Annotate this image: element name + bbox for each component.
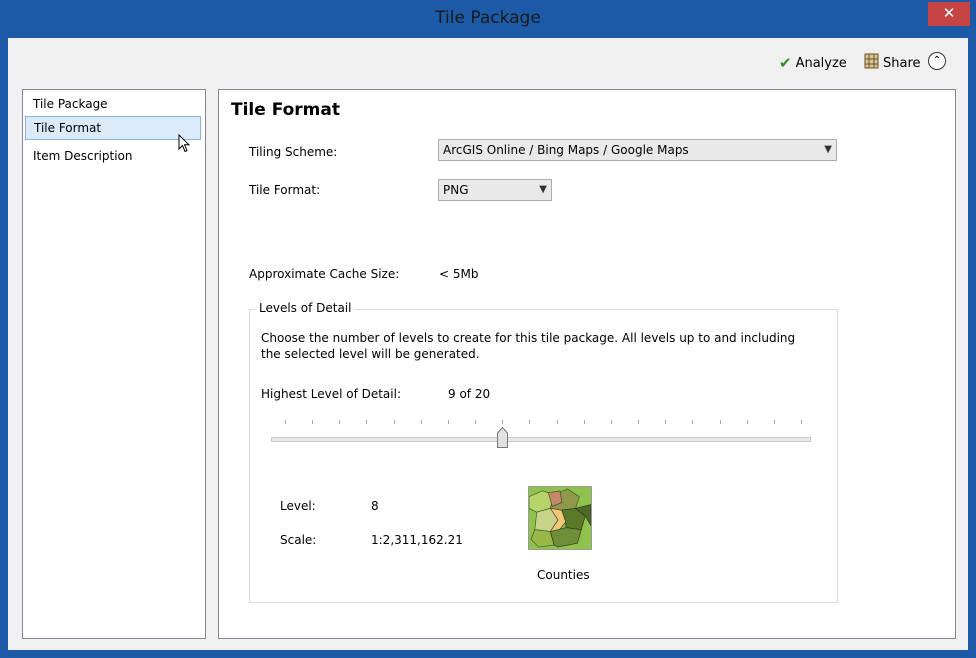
slider-tick: [366, 420, 368, 424]
checkmark-icon: ✔: [779, 54, 792, 72]
cache-size-value: < 5Mb: [439, 267, 479, 281]
tiling-scheme-value: ArcGIS Online / Bing Maps / Google Maps: [443, 143, 689, 157]
slider-track[interactable]: [271, 437, 811, 442]
highest-level-label: Highest Level of Detail:: [261, 387, 401, 401]
map-preview-thumbnail: [528, 486, 592, 550]
share-package-icon: [864, 53, 879, 73]
sidebar-item-tile-package[interactable]: Tile Package: [25, 92, 201, 116]
level-label: Level:: [280, 499, 316, 513]
tiling-scheme-select[interactable]: ArcGIS Online / Bing Maps / Google Maps …: [438, 139, 837, 161]
toolbar: ✔ Analyze Share ⌃: [8, 38, 968, 88]
tile-format-label: Tile Format:: [249, 183, 321, 197]
mouse-cursor-icon: [178, 134, 190, 153]
sidebar-item-label: Item Description: [33, 149, 133, 163]
map-preview-caption: Counties: [537, 568, 590, 582]
sidebar-item-tile-format[interactable]: Tile Format: [25, 116, 201, 140]
slider-tick: [475, 420, 477, 424]
slider-tick: [638, 420, 640, 424]
analyze-label: Analyze: [795, 55, 847, 71]
slider-tick: [285, 420, 286, 424]
scale-label: Scale:: [280, 533, 317, 547]
page-title: Tile Format: [231, 100, 340, 120]
highest-level-value: 9 of 20: [448, 387, 491, 401]
levels-of-detail-legend: Levels of Detail: [256, 301, 355, 315]
slider-tick: [773, 420, 775, 424]
tile-format-select[interactable]: PNG ▼: [438, 179, 552, 201]
collapse-button[interactable]: ⌃: [928, 52, 946, 70]
scale-value: 1:2,311,162.21: [371, 533, 463, 547]
slider-tick: [312, 420, 314, 424]
slider-tick: [801, 420, 802, 424]
chevron-down-icon: ▼: [824, 144, 832, 155]
levels-of-detail-group: Levels of Detail Choose the number of le…: [249, 301, 838, 603]
chevron-down-icon: ▼: [539, 184, 547, 195]
window-client-area: ✔ Analyze Share ⌃ Tile Package Tile Form…: [8, 38, 968, 650]
slider-tick: [692, 420, 694, 424]
tile-format-panel: Tile Format Tiling Scheme: ArcGIS Online…: [218, 89, 956, 639]
share-button[interactable]: Share: [864, 53, 921, 73]
levels-description-line2: the selected level will be generated.: [261, 347, 480, 361]
slider-tick: [556, 420, 558, 424]
slider-tick: [529, 420, 531, 424]
slider-tick: [502, 420, 504, 424]
slider-tick: [339, 420, 341, 424]
tiling-scheme-label: Tiling Scheme:: [249, 145, 338, 159]
slider-tick: [583, 420, 585, 424]
slider-tick: [420, 420, 422, 424]
chevron-up-icon: ⌃: [932, 55, 942, 66]
sidebar-item-label: Tile Package: [33, 97, 108, 111]
slider-tick: [393, 420, 395, 424]
tile-format-value: PNG: [443, 183, 469, 197]
tile-package-window: Tile Package ✕ ✔ Analyze Share ⌃ Tile Pa…: [0, 0, 976, 658]
slider-tick: [610, 420, 612, 424]
slider-tick: [447, 420, 449, 424]
slider-tick: [719, 420, 721, 424]
sidebar-item-label: Tile Format: [34, 121, 102, 135]
slider-tick: [665, 420, 667, 424]
title-bar[interactable]: Tile Package ✕: [0, 0, 976, 38]
sidebar-nav: Tile Package Tile Format Item Descriptio…: [22, 89, 206, 639]
close-icon: ✕: [942, 4, 956, 22]
slider-tick: [746, 420, 748, 424]
window-title: Tile Package: [435, 8, 541, 28]
cache-size-label: Approximate Cache Size:: [249, 267, 400, 281]
close-button[interactable]: ✕: [928, 2, 970, 26]
sidebar-item-item-description[interactable]: Item Description: [25, 144, 201, 168]
share-label: Share: [883, 55, 921, 71]
levels-description-line1: Choose the number of levels to create fo…: [261, 331, 796, 345]
analyze-button[interactable]: ✔ Analyze: [779, 53, 847, 73]
slider-thumb[interactable]: [497, 427, 509, 448]
level-value: 8: [371, 499, 379, 513]
